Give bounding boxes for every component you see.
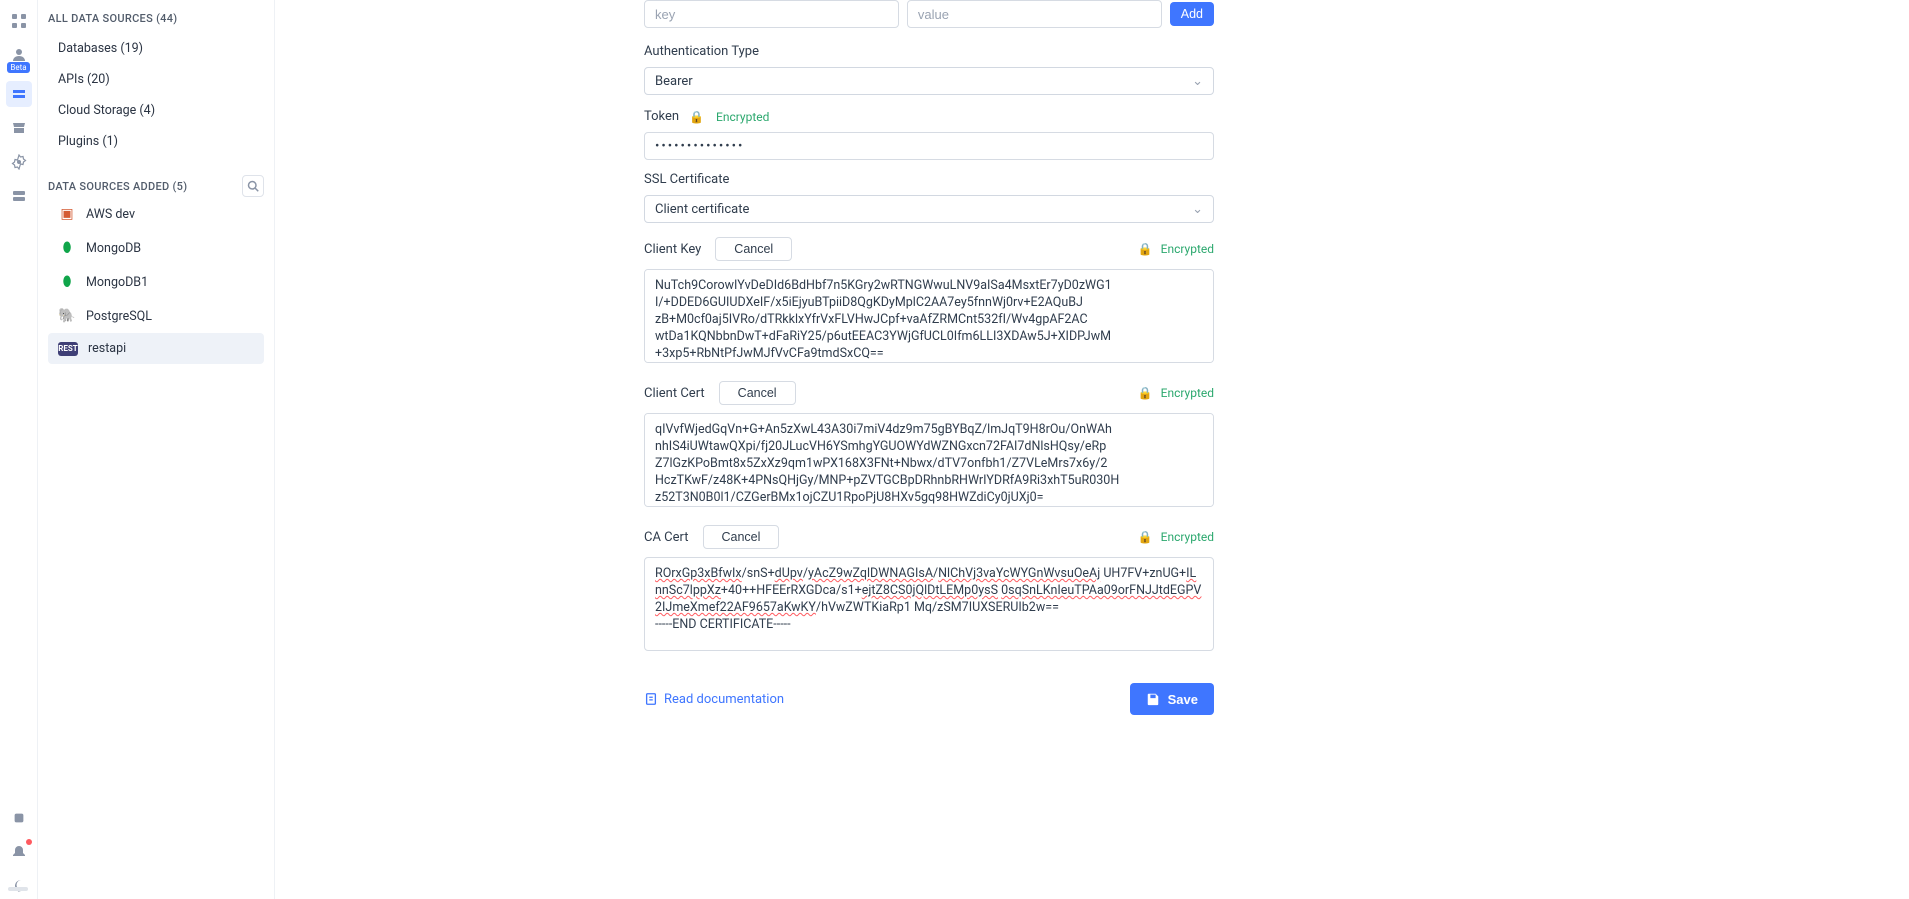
add-button[interactable]: Add bbox=[1170, 2, 1214, 26]
save-button[interactable]: Save bbox=[1130, 683, 1214, 715]
ds-label: MongoDB bbox=[86, 241, 141, 256]
ds-label: restapi bbox=[88, 341, 126, 356]
cat-databases[interactable]: Databases (19) bbox=[48, 33, 264, 64]
client-cert-textarea[interactable] bbox=[644, 413, 1214, 507]
ds-restapi[interactable]: REST restapi bbox=[48, 333, 264, 364]
header-key-input[interactable] bbox=[644, 0, 899, 28]
token-input[interactable]: •••••••••••••• bbox=[644, 132, 1214, 160]
cat-apis[interactable]: APIs (20) bbox=[48, 64, 264, 95]
ssl-label: SSL Certificate bbox=[644, 172, 1214, 187]
mongo-icon: ⬮ bbox=[58, 239, 76, 257]
auth-type-value: Bearer bbox=[655, 74, 693, 89]
ds-mongodb[interactable]: ⬮ MongoDB bbox=[48, 231, 264, 265]
ds-label: MongoDB1 bbox=[86, 275, 148, 290]
lock-icon: 🔒 bbox=[1138, 242, 1153, 256]
datasources-icon[interactable] bbox=[6, 81, 32, 107]
mongo-icon: ⬮ bbox=[58, 273, 76, 291]
client-cert-label: Client Cert bbox=[644, 386, 705, 401]
client-key-label: Client Key bbox=[644, 242, 701, 257]
header-value-input[interactable] bbox=[907, 0, 1162, 28]
ds-mongodb1[interactable]: ⬮ MongoDB1 bbox=[48, 265, 264, 299]
cancel-client-cert-button[interactable]: Cancel bbox=[719, 381, 796, 405]
main: Add Authentication Type Bearer ⌄ Token 🔒… bbox=[275, 0, 1909, 899]
postgres-icon: 🐘 bbox=[58, 307, 76, 325]
added-header: DATA SOURCES ADDED (5) bbox=[48, 180, 187, 193]
search-icon[interactable] bbox=[242, 175, 264, 197]
icon-rail: Beta bbox=[0, 0, 38, 899]
ds-label: PostgreSQL bbox=[86, 309, 152, 324]
ssl-cert-select[interactable]: Client certificate ⌄ bbox=[644, 195, 1214, 223]
ds-aws[interactable]: ▣ AWS dev bbox=[48, 197, 264, 231]
ds-label: AWS dev bbox=[86, 207, 135, 222]
ds-postgres[interactable]: 🐘 PostgreSQL bbox=[48, 299, 264, 333]
chevron-down-icon: ⌄ bbox=[1192, 74, 1203, 89]
restapi-icon: REST bbox=[58, 342, 78, 356]
gear-icon[interactable] bbox=[6, 149, 32, 175]
lock-icon: 🔒 bbox=[1138, 530, 1153, 544]
encrypted-badge: Encrypted bbox=[716, 110, 769, 124]
lock-icon: 🔒 bbox=[689, 110, 704, 124]
client-key-textarea[interactable] bbox=[644, 269, 1214, 363]
cat-plugins[interactable]: Plugins (1) bbox=[48, 126, 264, 157]
moon-icon[interactable] bbox=[6, 873, 32, 899]
doc-icon bbox=[644, 692, 658, 706]
ca-cert-label: CA Cert bbox=[644, 530, 689, 545]
aws-icon: ▣ bbox=[58, 205, 76, 223]
ca-cert-textarea[interactable]: ROrxGp3xBfwIx/snS+dUpv/yAcZ9wZqlDWNAGIsA… bbox=[644, 557, 1214, 651]
shop-icon[interactable] bbox=[6, 115, 32, 141]
cat-cloud-storage[interactable]: Cloud Storage (4) bbox=[48, 95, 264, 126]
ssl-value: Client certificate bbox=[655, 202, 749, 217]
chevron-down-icon: ⌄ bbox=[1192, 202, 1203, 217]
encrypted-badge: Encrypted bbox=[1161, 386, 1214, 400]
read-documentation-link[interactable]: Read documentation bbox=[644, 692, 784, 707]
bell-icon[interactable] bbox=[6, 839, 32, 865]
sidebar: ALL DATA SOURCES (44) Databases (19) API… bbox=[38, 0, 275, 899]
auth-type-label: Authentication Type bbox=[644, 44, 1214, 59]
all-datasources-header: ALL DATA SOURCES (44) bbox=[48, 8, 264, 33]
help-icon[interactable] bbox=[6, 805, 32, 831]
token-label: Token bbox=[644, 109, 679, 124]
beta-badge: Beta bbox=[7, 62, 29, 73]
cancel-ca-cert-button[interactable]: Cancel bbox=[703, 525, 780, 549]
lock-icon: 🔒 bbox=[1138, 386, 1153, 400]
auth-type-select[interactable]: Bearer ⌄ bbox=[644, 67, 1214, 95]
server-icon[interactable] bbox=[6, 183, 32, 209]
encrypted-badge: Encrypted bbox=[1161, 242, 1214, 256]
apps-icon[interactable] bbox=[6, 8, 32, 34]
encrypted-badge: Encrypted bbox=[1161, 530, 1214, 544]
bottom-indicator bbox=[8, 887, 28, 891]
save-icon bbox=[1146, 692, 1160, 706]
cancel-client-key-button[interactable]: Cancel bbox=[715, 237, 792, 261]
